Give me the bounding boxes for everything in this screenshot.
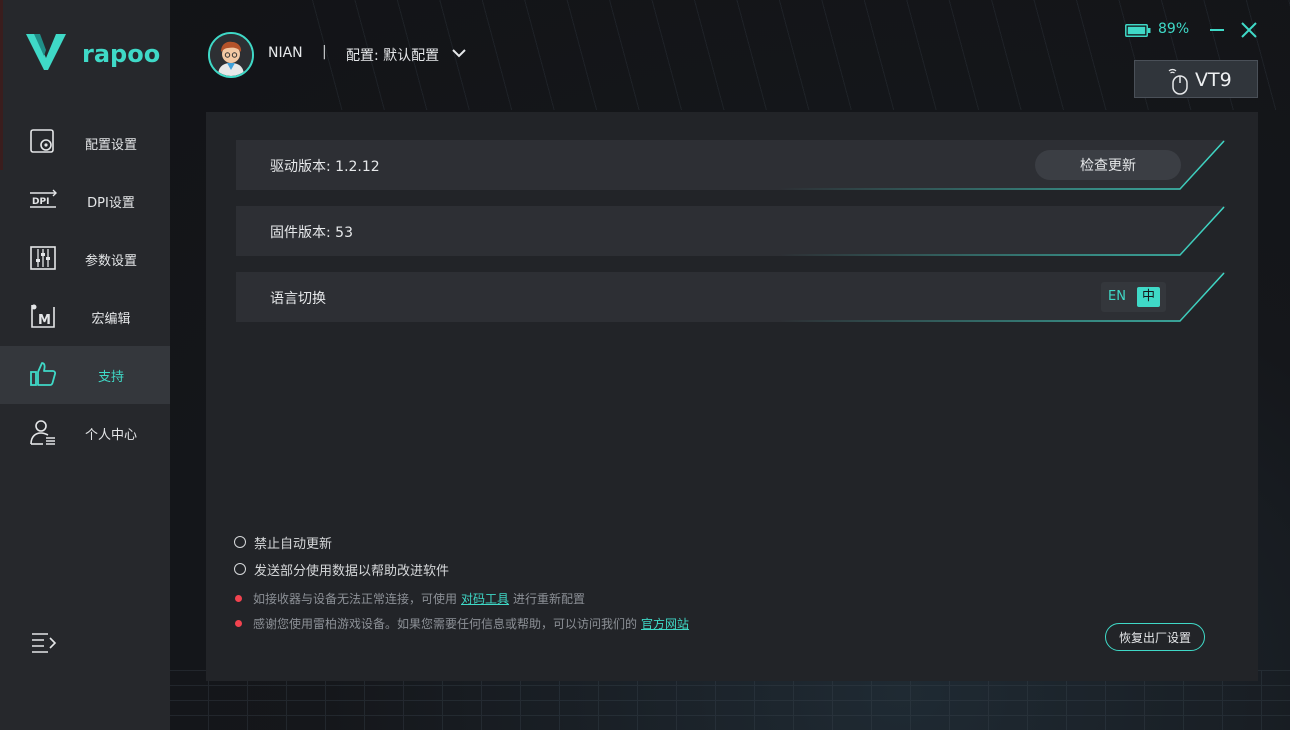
logo-v-icon [26,34,66,70]
language-option-zh[interactable]: 中 [1137,287,1160,307]
sidebar-nav: 配置设置 DPI DPI设置 参数设置 M 宏编辑 支持 个人中心 [0,114,170,462]
disable-auto-update-option[interactable]: 禁止自动更新 [234,533,333,552]
header-separator: | [322,44,327,60]
wireless-mouse-icon [1168,68,1188,95]
option-label: 禁止自动更新 [254,536,333,552]
sidebar-item-label: 配置设置 [84,137,137,153]
battery-percentage: 89% [1158,21,1190,37]
device-name: VT9 [1195,69,1232,91]
note-text: 感谢您使用雷柏游戏设备。如果您需要任何信息或帮助，可以访问我们的 [253,617,638,631]
svg-text:M: M [38,313,51,328]
macro-icon: M [31,304,55,328]
sidebar-item-support[interactable]: 支持 [0,346,170,404]
thanks-note: 感谢您使用雷柏游戏设备。如果您需要任何信息或帮助，可以访问我们的 官方网站 [235,615,693,632]
username: NIAN [268,45,303,61]
factory-reset-button[interactable]: 恢复出厂设置 [1105,623,1205,651]
note-text: 进行重新配置 [513,592,586,606]
avatar-image [210,34,252,76]
sidebar-item-label: 参数设置 [84,253,137,269]
sidebar-item-label: 宏编辑 [91,311,131,327]
user-center-icon [30,420,55,445]
firmware-version-label: 固件版本: 53 [270,225,353,241]
sidebar-item-parameters[interactable]: 参数设置 [0,230,170,288]
driver-version-label: 驱动版本: 1.2.12 [270,159,380,175]
chevron-down-icon[interactable] [451,46,467,60]
sidebar-item-dpi[interactable]: DPI DPI设置 [0,172,170,230]
logo-text: rapoo [82,40,161,68]
sidebar-item-label: 支持 [97,369,124,385]
pairing-note: 如接收器与设备无法正常连接，可使用 对码工具 进行重新配置 [235,590,585,607]
language-toggle[interactable]: EN 中 [1101,282,1166,312]
sidebar-item-profile-settings[interactable]: 配置设置 [0,114,170,172]
language-option-en[interactable]: EN [1108,289,1126,304]
sidebar: rapoo 配置设置 DPI DPI设置 参数设置 M 宏编辑 支持 个人中心 [0,0,170,730]
avatar[interactable] [208,32,254,78]
firmware-version-row: 固件版本: 53 [236,206,1226,256]
radio-button[interactable] [234,536,246,548]
language-label: 语言切换 [270,291,326,307]
thumbs-up-icon [30,362,57,386]
language-row: 语言切换 EN 中 [236,272,1226,322]
app-window: rapoo 配置设置 DPI DPI设置 参数设置 M 宏编辑 支持 个人中心 … [0,0,1290,730]
sidebar-item-label: 个人中心 [84,427,137,443]
option-label: 发送部分使用数据以帮助改进软件 [254,563,450,579]
official-website-link[interactable]: 官方网站 [641,615,689,632]
battery-icon [1125,24,1151,37]
driver-version-row: 驱动版本: 1.2.12 检查更新 [236,140,1226,190]
sidebar-item-user-center[interactable]: 个人中心 [0,404,170,462]
row-background [236,206,1226,256]
support-panel: 驱动版本: 1.2.12 检查更新 固件版本: 53 语言切换 EN 中 禁止自… [206,112,1258,681]
profile-selector[interactable]: 配置: 默认配置 [346,45,439,65]
sidebar-item-macro[interactable]: M 宏编辑 [0,288,170,346]
bullet-dot [235,620,242,627]
bullet-dot [235,595,242,602]
sidebar-item-label: DPI设置 [87,195,135,211]
note-text: 如接收器与设备无法正常连接，可使用 [253,592,458,606]
pairing-tool-link[interactable]: 对码工具 [461,590,509,607]
logo: rapoo [24,32,160,72]
send-usage-data-option[interactable]: 发送部分使用数据以帮助改进软件 [234,560,450,579]
sliders-icon [30,246,56,270]
check-update-button[interactable]: 检查更新 [1035,150,1181,180]
radio-button[interactable] [234,563,246,575]
device-selector[interactable]: VT9 [1134,60,1258,98]
close-icon[interactable] [1239,20,1259,40]
profile-settings-icon [30,129,54,153]
menu-collapse-icon[interactable] [30,630,58,656]
minimize-icon[interactable] [1208,20,1226,40]
row-background [236,272,1226,322]
dpi-icon: DPI [30,189,57,208]
svg-text:DPI: DPI [32,197,49,207]
